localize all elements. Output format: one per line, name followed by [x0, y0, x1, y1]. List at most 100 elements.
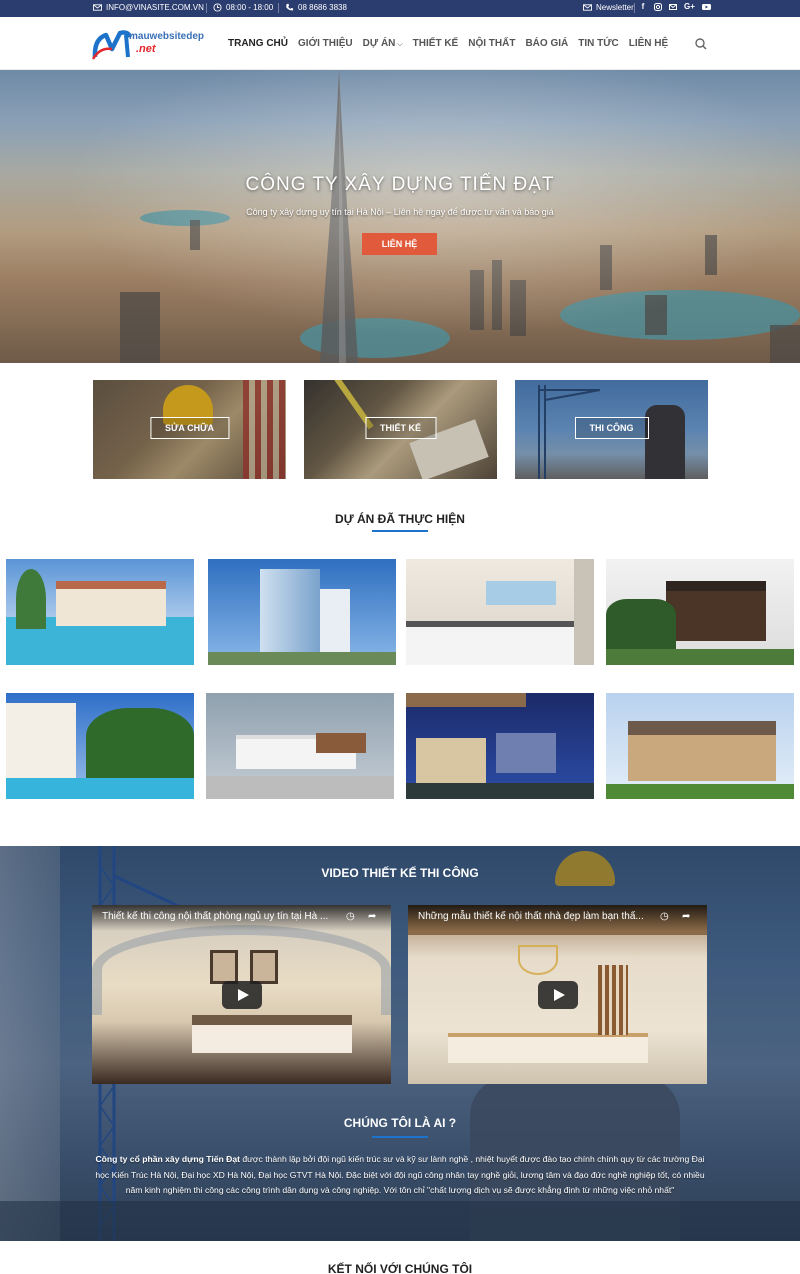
project-image-ground — [208, 652, 396, 665]
hero-subtitle: Công ty xây dựng uy tín tại Hà Nội – Liê… — [246, 207, 554, 217]
project-image-trees — [606, 599, 676, 651]
projects-title: DỰ ÁN ĐÃ THỰC HIỆN — [335, 512, 465, 526]
nav-design[interactable]: THIẾT KẾ — [413, 38, 459, 49]
phone-text: 08 8686 3838 — [298, 3, 347, 12]
frame-image — [250, 950, 278, 984]
newsletter-text: Newsletter — [596, 3, 634, 12]
youtube-icon[interactable] — [702, 3, 711, 11]
project-image-trees — [86, 708, 194, 778]
project-image-pool — [6, 777, 194, 799]
facebook-icon[interactable]: f — [639, 3, 647, 11]
project-image-house — [56, 581, 166, 626]
about-paragraph: Công ty cổ phần xây dựng Tiến Đạt được t… — [95, 1152, 705, 1199]
divider — [206, 3, 207, 13]
next-section-title: KẾT NỐI VỚI CHÚNG TÔI — [327, 1262, 473, 1274]
nav-about[interactable]: GIỚI THIỆU — [298, 38, 353, 49]
google-plus-icon[interactable]: G+ — [684, 3, 695, 11]
about-title: CHÚNG TÔI LÀ AI ? — [343, 1116, 457, 1130]
service-label: THIẾT KẾ — [364, 417, 437, 439]
nav-home[interactable]: TRANG CHỦ — [228, 38, 288, 49]
watch-later-icon[interactable]: ◷ — [346, 911, 355, 922]
email-text: INFO@VINASITE.COM.VN — [106, 3, 204, 12]
email-link[interactable]: INFO@VINASITE.COM.VN — [93, 3, 204, 12]
service-label: THI CÔNG — [574, 417, 649, 439]
service-label: SỬA CHỮA — [149, 417, 230, 439]
social-links: f G+ — [639, 3, 711, 11]
company-name: Công ty cổ phần xây dựng Tiến Đạt — [95, 1154, 240, 1164]
video-section: VIDEO THIẾT KẾ THI CÔNG Thiết kế thi côn… — [0, 846, 800, 1241]
nav-contact[interactable]: LIÊN HỆ — [629, 38, 668, 49]
frame-image — [210, 950, 238, 984]
divider — [634, 3, 635, 13]
chevron-down-icon: ⌵ — [395, 41, 403, 48]
hours-text: 08:00 - 18:00 — [226, 3, 274, 12]
project-item[interactable] — [208, 559, 396, 665]
main-nav: TRANG CHỦ GIỚI THIỆU DỰ ÁN ⌵ THIẾT KẾ NỘ… — [228, 38, 668, 49]
project-image-wall — [496, 733, 556, 773]
wood-panel-image — [598, 965, 628, 1035]
bed-image — [192, 1015, 352, 1053]
divider — [278, 3, 279, 13]
project-item[interactable] — [606, 559, 794, 665]
top-bar: INFO@VINASITE.COM.VN 08:00 - 18:00 08 86… — [0, 0, 800, 17]
nav-projects[interactable]: DỰ ÁN ⌵ — [363, 38, 403, 49]
hero-title: CÔNG TY XÂY DỰNG TIẾN ĐẠT — [245, 174, 555, 195]
nav-news[interactable]: TIN TỨC — [578, 38, 619, 49]
nav-projects-label: DỰ ÁN — [362, 38, 396, 49]
video-section-title: VIDEO THIẾT KẾ THI CÔNG — [321, 866, 479, 880]
service-tile-design[interactable]: THIẾT KẾ — [304, 380, 497, 479]
project-item[interactable] — [606, 693, 794, 799]
search-icon[interactable] — [695, 38, 707, 50]
project-image-counter — [406, 621, 594, 665]
logo-domain: .net — [136, 43, 156, 55]
project-item[interactable] — [206, 693, 394, 799]
envelope-icon — [93, 4, 102, 11]
project-image-roof — [406, 693, 526, 707]
phone-icon — [286, 3, 294, 11]
newsletter-link[interactable]: Newsletter — [583, 3, 634, 12]
play-button[interactable] — [221, 980, 262, 1009]
sofa-image — [448, 1033, 648, 1063]
project-image-house — [6, 703, 76, 778]
project-image-lawn — [606, 649, 794, 665]
project-image-ground — [406, 783, 594, 799]
hours: 08:00 - 18:00 — [213, 3, 273, 12]
project-image-cabinet — [574, 559, 594, 665]
project-image-wood — [316, 733, 366, 753]
video-player[interactable]: Những mẫu thiết kế nội thất nhà đẹp làm … — [408, 905, 707, 1084]
service-tile-construction[interactable]: THI CÔNG — [515, 380, 708, 479]
watch-later-icon[interactable]: ◷ — [660, 911, 669, 922]
nav-quote[interactable]: BÁO GIÁ — [525, 38, 568, 49]
project-image-building — [260, 569, 320, 659]
contact-button[interactable]: LIÊN HỆ — [362, 233, 437, 255]
project-item[interactable] — [406, 693, 594, 799]
video-player[interactable]: Thiết kế thi công nội thất phòng ngủ uy … — [92, 905, 391, 1084]
hero-banner: CÔNG TY XÂY DỰNG TIẾN ĐẠT Công ty xây dự… — [0, 70, 800, 363]
site-header: mauwebsitedep .net TRANG CHỦ GIỚI THIỆU … — [0, 17, 800, 70]
project-item[interactable] — [406, 559, 594, 665]
project-image-house — [416, 738, 486, 788]
project-image-window — [486, 581, 556, 605]
site-logo[interactable]: mauwebsitedep .net — [92, 25, 217, 63]
share-icon[interactable]: ➦ — [368, 911, 376, 922]
project-item[interactable] — [6, 559, 194, 665]
share-icon[interactable]: ➦ — [682, 911, 690, 922]
project-item[interactable] — [6, 693, 194, 799]
project-image-tree — [16, 569, 46, 629]
play-button[interactable] — [537, 980, 578, 1009]
chandelier-image — [518, 945, 558, 975]
instagram-icon[interactable] — [654, 3, 662, 11]
project-image-lawn — [606, 784, 794, 799]
title-underline — [372, 530, 428, 532]
logo-text: mauwebsitedep — [129, 31, 205, 42]
service-tile-repair[interactable]: SỬA CHỮA — [93, 380, 286, 479]
project-image-house — [666, 581, 766, 641]
title-underline — [372, 1136, 428, 1138]
clock-icon — [213, 3, 222, 12]
nav-interior[interactable]: NỘI THẤT — [468, 38, 515, 49]
project-image-building — [320, 589, 350, 659]
envelope-icon — [583, 4, 592, 11]
phone-link[interactable]: 08 8686 3838 — [285, 3, 347, 12]
project-image-house — [628, 721, 776, 781]
email-icon[interactable] — [669, 3, 677, 11]
